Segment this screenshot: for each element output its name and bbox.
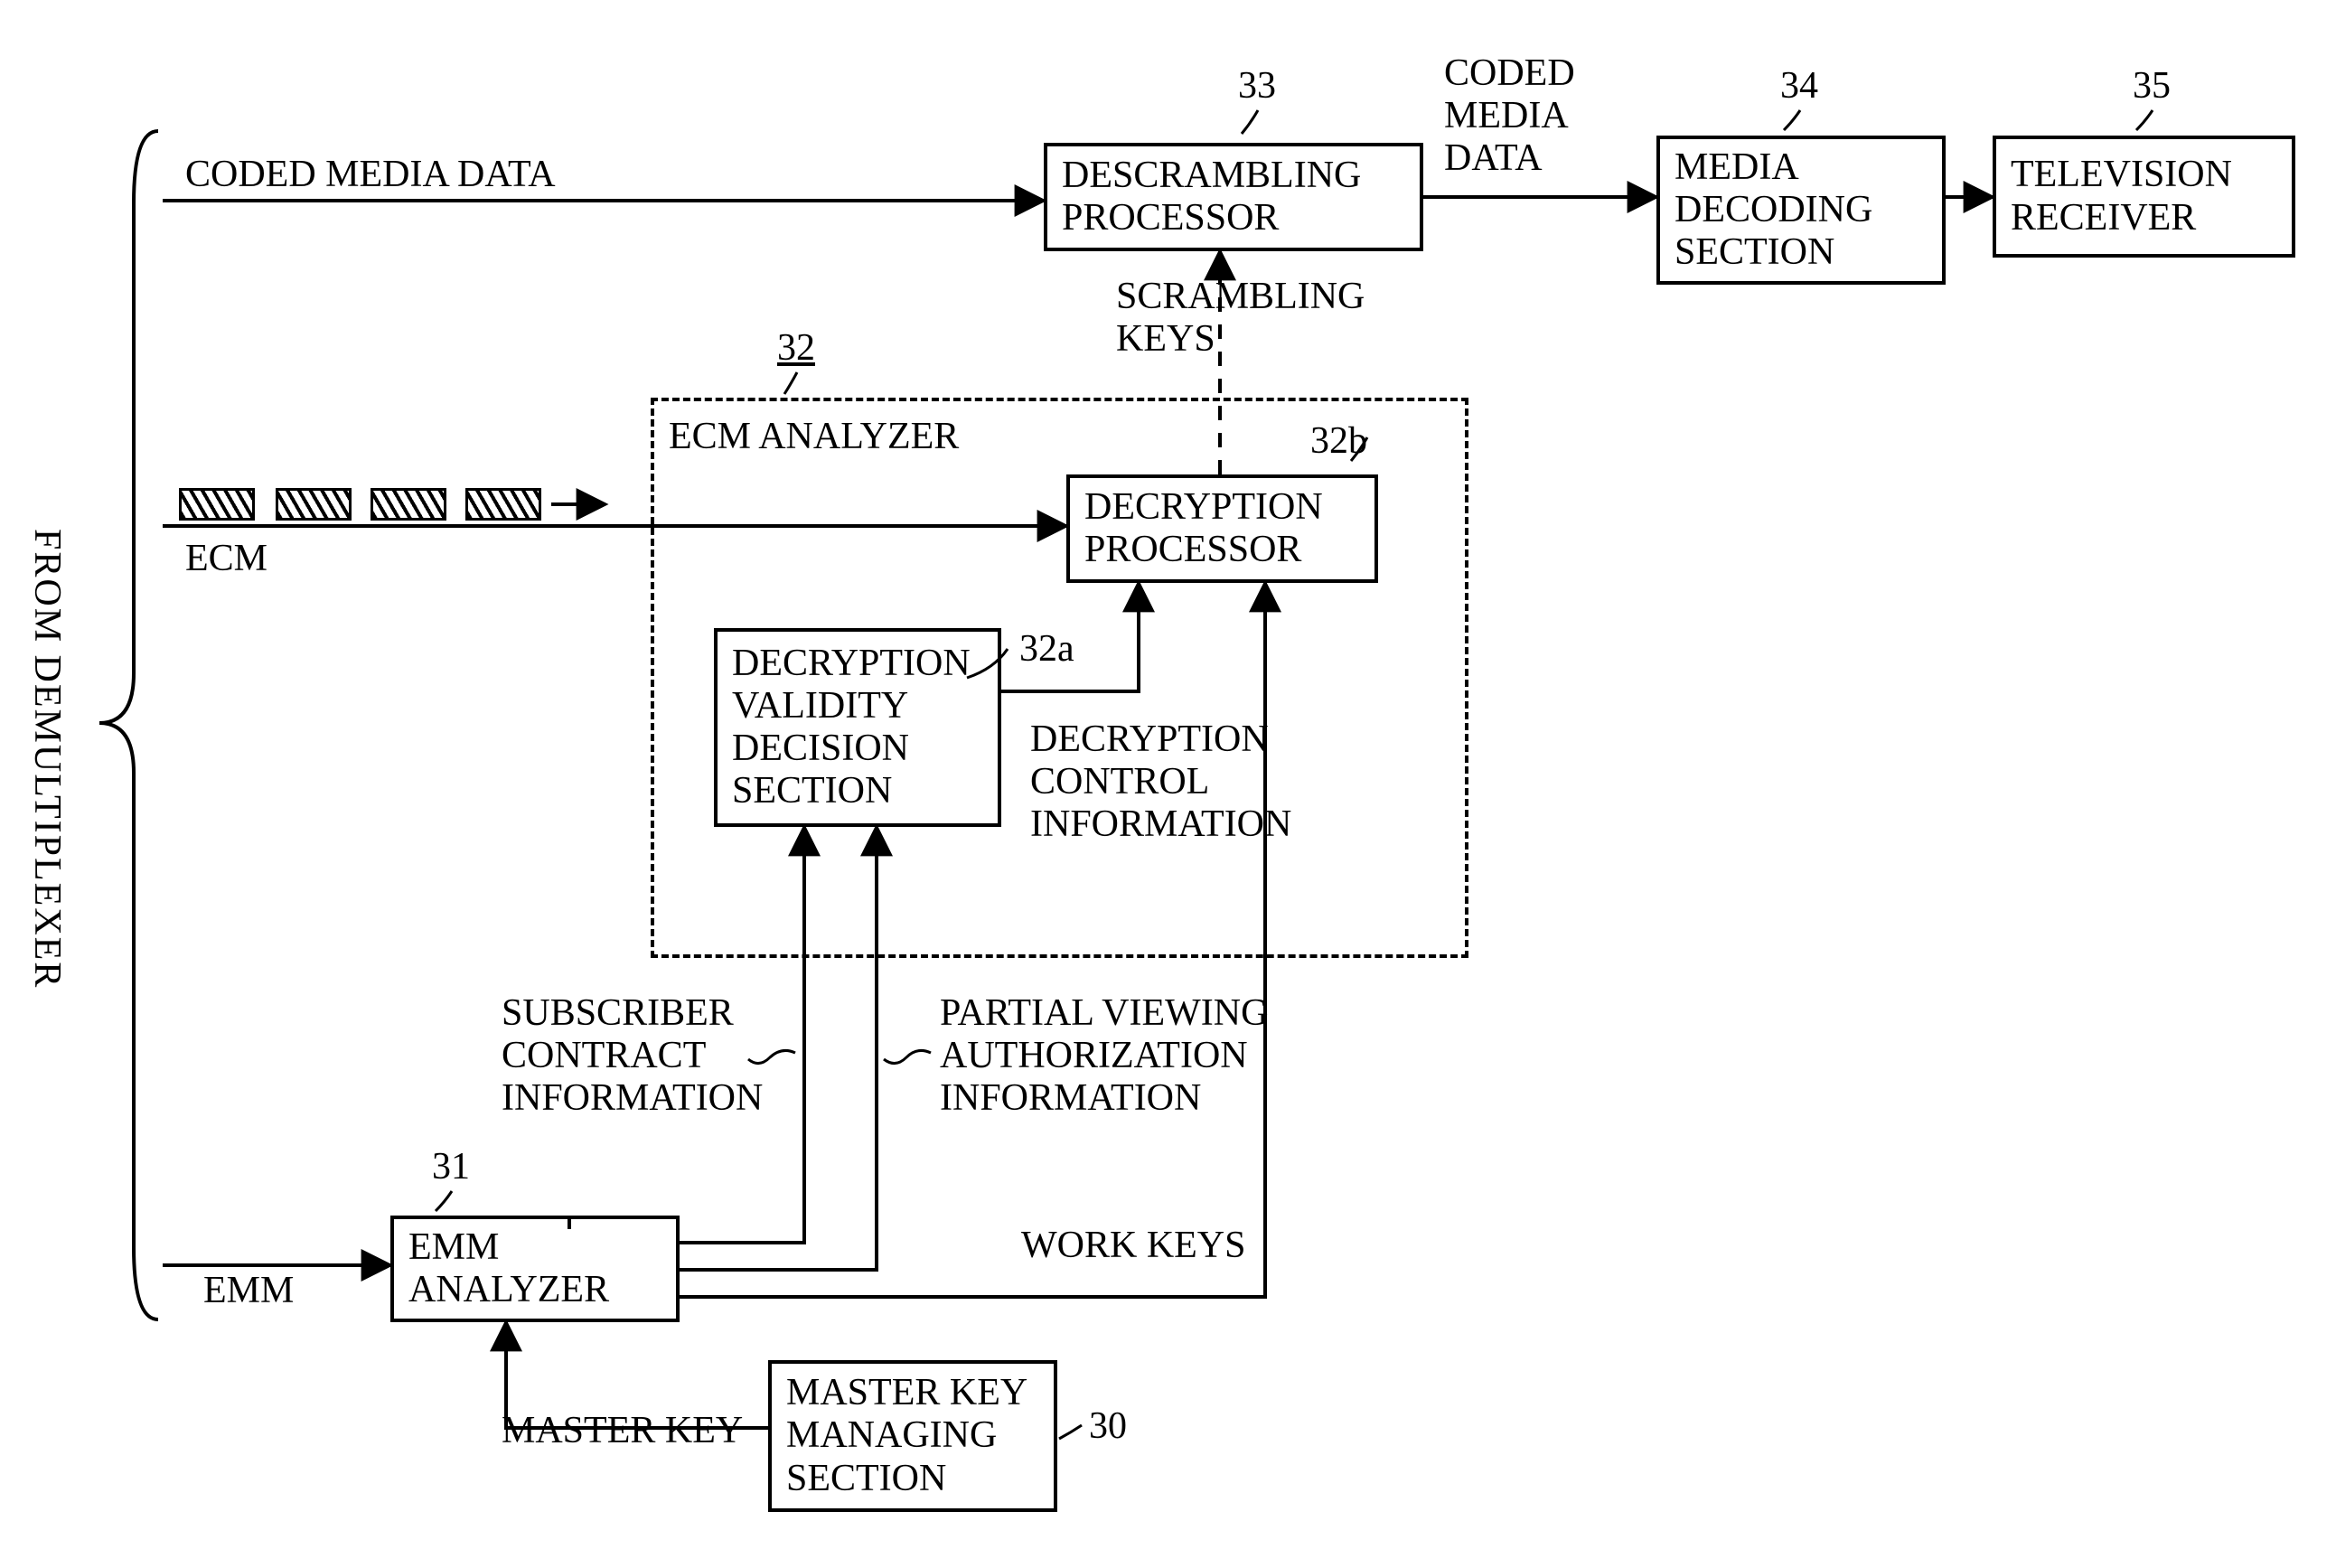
decryption-processor-box: DECRYPTION PROCESSOR [1066,474,1378,583]
ecm-packet [371,488,446,521]
emm-label: EMM [203,1270,294,1312]
ref-33: 33 [1238,65,1276,108]
ref-32: 32 [777,327,815,370]
coded-media-data-out-label: CODED MEDIA DATA [1444,52,1575,180]
source-label: FROM DEMULTIPLEXER [25,529,68,989]
coded-media-data-label: CODED MEDIA DATA [185,154,556,196]
ref-30: 30 [1089,1405,1127,1448]
diagram-canvas: FROM DEMULTIPLEXER CODED MEDIA DATA 33 D… [0,0,2336,1568]
scrambling-keys-label: SCRAMBLING KEYS [1116,276,1365,361]
work-keys-label: WORK KEYS [1021,1225,1246,1267]
ecm-packet [179,488,255,521]
master-key-label: MASTER KEY [502,1410,743,1452]
ecm-packet [465,488,541,521]
media-decoding-section-box: MEDIA DECODING SECTION [1656,136,1946,285]
ecm-analyzer-label: ECM ANALYZER [669,416,959,458]
ref-32b: 32b [1310,420,1367,463]
emm-analyzer-box: EMM ANALYZER [390,1216,680,1322]
partial-viewing-auth-label: PARTIAL VIEWING AUTHORIZATION INFORMATIO… [940,992,1268,1120]
subscriber-contract-info-label: SUBSCRIBER CONTRACT INFORMATION [502,992,763,1120]
ref-31: 31 [432,1146,470,1188]
television-receiver-box: TELEVISION RECEIVER [1993,136,2295,258]
decryption-validity-box: DECRYPTION VALIDITY DECISION SECTION [714,628,1001,827]
decryption-control-info-label: DECRYPTION CONTROL INFORMATION [1030,718,1291,846]
descrambling-processor-box: DESCRAMBLING PROCESSOR [1044,143,1423,251]
ecm-label: ECM [185,538,267,580]
master-key-managing-box: MASTER KEY MANAGING SECTION [768,1360,1057,1512]
ref-35: 35 [2133,65,2171,108]
ref-32a: 32a [1019,628,1074,671]
ecm-packet [276,488,352,521]
ref-34: 34 [1780,65,1818,108]
